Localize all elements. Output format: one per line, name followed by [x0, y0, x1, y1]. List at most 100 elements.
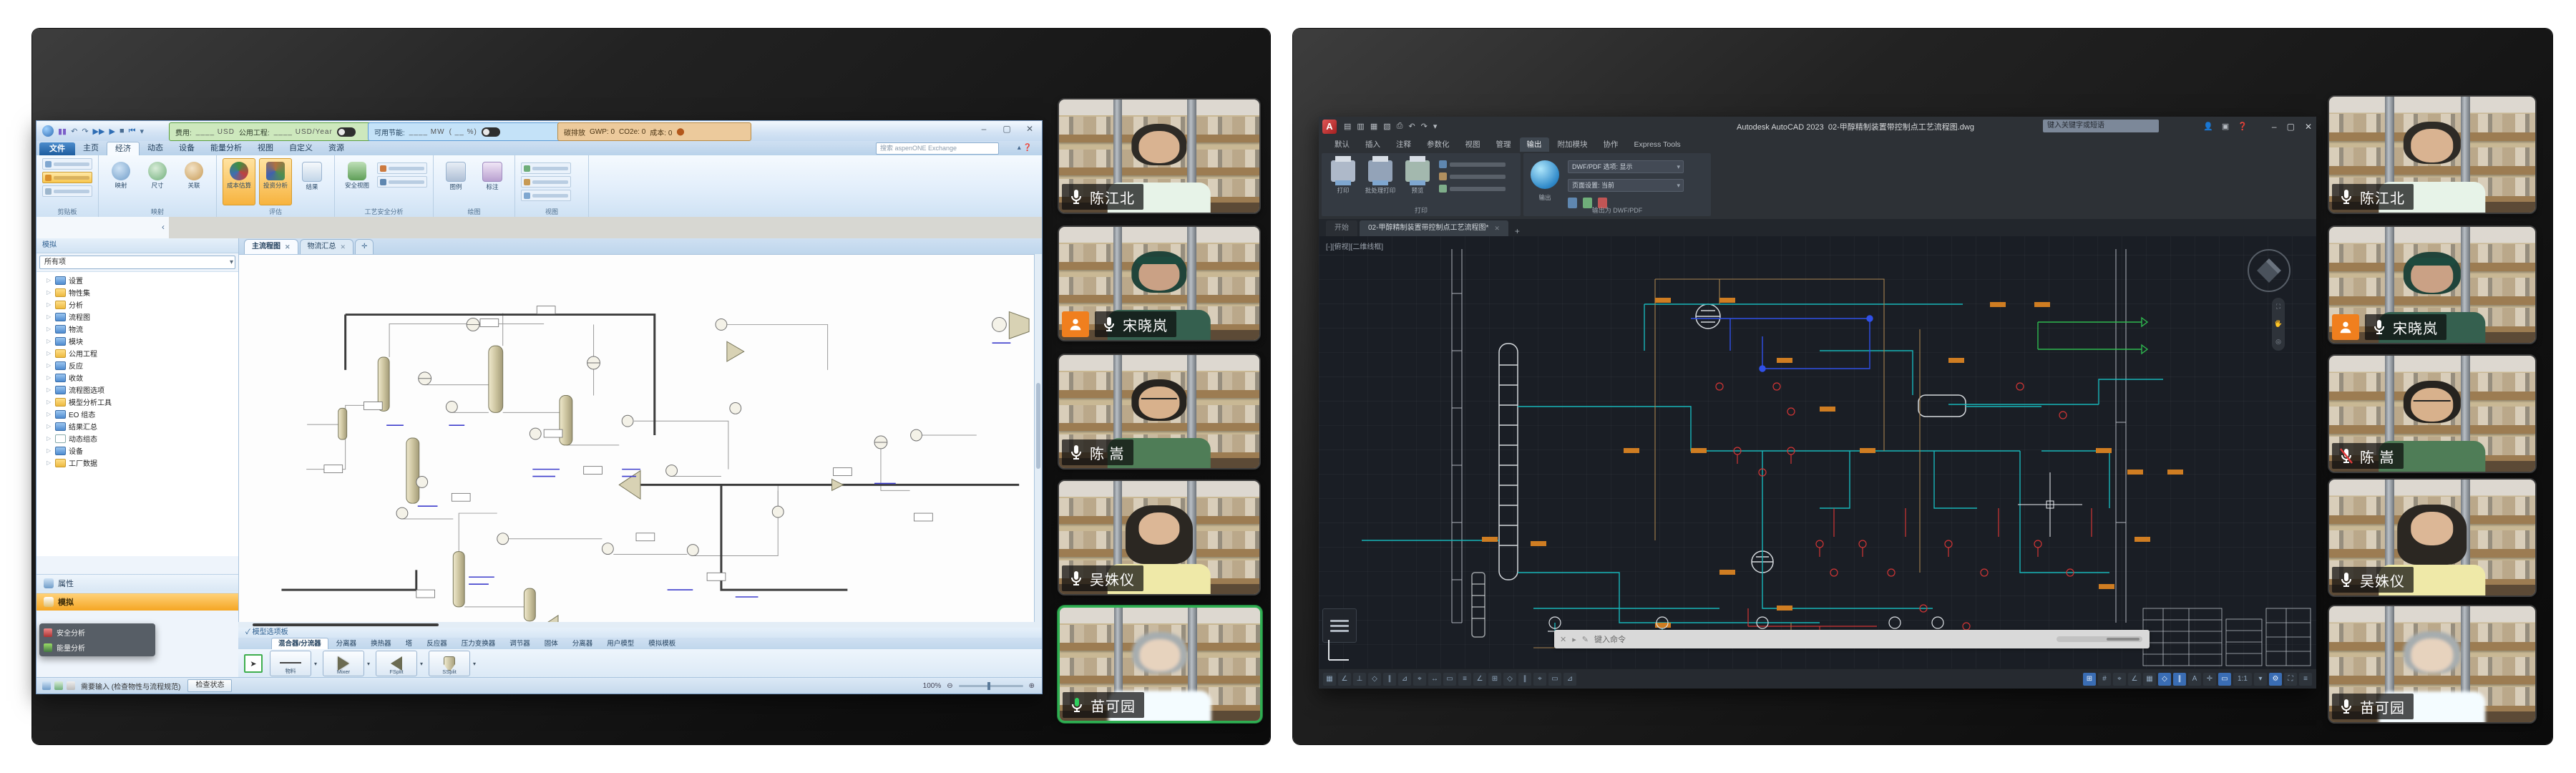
- tree-item[interactable]: ▷工厂数据: [36, 457, 238, 469]
- drafting-toggle-icon[interactable]: ▦: [1323, 673, 1336, 686]
- drafting-toggle-icon[interactable]: ▭: [1548, 673, 1561, 686]
- participant-tile[interactable]: 陈江北: [2328, 95, 2537, 214]
- saveas-icon[interactable]: ▧: [1383, 122, 1390, 131]
- status-grid-icon[interactable]: [67, 681, 75, 690]
- autocad-tab-注释[interactable]: 注释: [1389, 137, 1418, 152]
- autocad-tab-插入[interactable]: 插入: [1358, 137, 1387, 152]
- autocad-minimize-button[interactable]: –: [2272, 122, 2277, 132]
- clipboard-item[interactable]: [42, 158, 92, 170]
- aspen-flowsheet-canvas[interactable]: [238, 254, 1035, 623]
- autocad-tab-协作[interactable]: 协作: [1596, 137, 1626, 152]
- new-drawing-tab-button[interactable]: +: [1511, 226, 1524, 236]
- autocad-tab-参数化[interactable]: 参数化: [1420, 137, 1457, 152]
- palette-tab-模拟模板[interactable]: 模拟模板: [642, 638, 682, 649]
- energy-banner[interactable]: 可用节能:____ MW ( __ %): [368, 122, 563, 141]
- zoom-slider[interactable]: [959, 685, 1023, 687]
- close-icon[interactable]: ✕: [285, 240, 291, 254]
- participant-tile[interactable]: 陈 嵩: [1058, 354, 1261, 470]
- save-icon[interactable]: ▦: [1370, 122, 1377, 131]
- undo-icon[interactable]: ↶: [1408, 122, 1415, 131]
- safety-analysis-item[interactable]: 安全分析: [44, 627, 151, 638]
- tree-item[interactable]: ▷流程图: [36, 311, 238, 323]
- palette-item-ssplit[interactable]: SSplit▾: [429, 651, 470, 676]
- environment-simulation-button[interactable]: 模拟: [36, 593, 238, 611]
- status-toggle-icon[interactable]: ▭: [2218, 673, 2231, 686]
- palette-tab-反应器[interactable]: 反应器: [420, 638, 454, 649]
- drafting-toggle-icon[interactable]: ∠: [1338, 673, 1351, 686]
- canvas-vertical-scrollbar[interactable]: [1035, 254, 1042, 622]
- participant-tile[interactable]: 宋晓岚: [2328, 225, 2537, 344]
- help-icon[interactable]: ❓: [2238, 122, 2248, 131]
- aspen-tab-设备[interactable]: 设备: [171, 142, 203, 155]
- plotter-manager-item[interactable]: [1439, 185, 1506, 193]
- undo-icon[interactable]: ↶: [71, 127, 77, 136]
- collapse-nav-icon[interactable]: ‹: [162, 222, 165, 232]
- file-tab-start[interactable]: 开始: [1326, 220, 1357, 236]
- drafting-toggle-icon[interactable]: ⌖: [1533, 673, 1546, 686]
- step-icon[interactable]: ⏮: [129, 127, 136, 136]
- status-toggle-icon[interactable]: #: [2098, 673, 2111, 686]
- zoom-in-icon[interactable]: ⊕: [1029, 682, 1035, 690]
- view-plot-details-item[interactable]: [1439, 172, 1506, 180]
- status-toggle-icon[interactable]: ⊞: [2083, 673, 2096, 686]
- file-tab-drawing[interactable]: 02-甲醇精制装置带控制点工艺流程图*✕: [1360, 220, 1508, 236]
- status-toggle-icon[interactable]: ≡: [2299, 673, 2312, 686]
- close-icon[interactable]: ✕: [1494, 220, 1500, 236]
- participant-tile[interactable]: 陈江北: [1058, 98, 1261, 214]
- drafting-toggle-icon[interactable]: ⊿: [1398, 673, 1411, 686]
- participant-tile[interactable]: 苗可园: [2328, 605, 2537, 724]
- aspen-file-tab[interactable]: 文件: [39, 142, 75, 155]
- plot-icon[interactable]: ⎙: [1397, 122, 1403, 131]
- aspen-exchange-search-input[interactable]: 搜索 aspenONE Exchange: [876, 142, 999, 155]
- status-toggle-icon[interactable]: ⛶: [2284, 673, 2297, 686]
- next-icon[interactable]: ▶▶: [93, 127, 105, 136]
- command-prompt-text[interactable]: 键入命令: [1594, 633, 1626, 645]
- drafting-toggle-icon[interactable]: ◇: [1503, 673, 1516, 686]
- palette-tab-用户模型[interactable]: 用户模型: [600, 638, 640, 649]
- status-toggle-icon[interactable]: ✛: [2203, 673, 2216, 686]
- sign-in-icon[interactable]: 👤: [2203, 122, 2213, 131]
- status-flask-icon[interactable]: [42, 681, 51, 690]
- participant-tile[interactable]: 宋晓岚: [1058, 225, 1261, 341]
- drafting-toggle-icon[interactable]: ⊞: [1488, 673, 1501, 686]
- stop-icon[interactable]: ■: [119, 127, 125, 135]
- drafting-toggle-icon[interactable]: ↔: [1428, 673, 1441, 686]
- status-toggle-icon[interactable]: ∥: [2173, 673, 2186, 686]
- status-toggle-icon[interactable]: 1:1: [2233, 673, 2252, 686]
- tree-item[interactable]: ▷反应: [36, 359, 238, 371]
- participant-tile[interactable]: 陈 嵩: [2328, 354, 2537, 473]
- new-icon[interactable]: ▤: [1344, 122, 1351, 131]
- status-toggle-icon[interactable]: ▾: [2254, 673, 2267, 686]
- status-toggle-icon[interactable]: ∠: [2128, 673, 2141, 686]
- palette-tab-塔[interactable]: 塔: [399, 638, 419, 649]
- drafting-toggle-icon[interactable]: ▭: [1443, 673, 1456, 686]
- close-icon[interactable]: ✕: [1560, 635, 1566, 644]
- aspen-tab-资源[interactable]: 资源: [321, 142, 352, 155]
- drafting-toggle-icon[interactable]: ◇: [1368, 673, 1381, 686]
- nav-filter-dropdown[interactable]: 所有项▾: [39, 256, 235, 269]
- legend-button[interactable]: 图例: [439, 158, 472, 205]
- ribbon-collapse-icon[interactable]: ▴ ❓: [1018, 144, 1032, 152]
- map-button[interactable]: 映射: [104, 158, 137, 205]
- redo-icon[interactable]: ↷: [82, 127, 88, 136]
- aspen-tab-主页[interactable]: 主页: [75, 142, 107, 155]
- tree-item[interactable]: ▷设备: [36, 444, 238, 457]
- investment-analysis-button[interactable]: 投资分析: [259, 158, 292, 205]
- qat-dropdown-icon[interactable]: ▾: [140, 127, 145, 136]
- command-line[interactable]: ✕ ▸ ✎ 键入命令: [1554, 630, 2150, 648]
- command-history-scrollbar[interactable]: [2057, 636, 2142, 642]
- drafting-toggle-icon[interactable]: ∥: [1383, 673, 1396, 686]
- redo-icon[interactable]: ↷: [1421, 122, 1428, 131]
- palette-item-mixer[interactable]: Mixer▾: [323, 651, 364, 676]
- run-icon[interactable]: ▶: [109, 127, 114, 136]
- page-setup-dropdown[interactable]: 页面设置: 当前▾: [1568, 179, 1684, 192]
- new-doc-tab-button[interactable]: ✛: [355, 239, 374, 254]
- qat-dropdown-icon[interactable]: ▾: [1433, 122, 1438, 131]
- autocad-quick-access-toolbar[interactable]: ▤ ▥ ▦ ▧ ⎙ ↶ ↷ ▾: [1344, 122, 1437, 131]
- safety-item[interactable]: [377, 162, 427, 174]
- aspen-maximize-button[interactable]: ▢: [999, 124, 1015, 134]
- environment-flyout[interactable]: 安全分析 能量分析: [39, 623, 155, 656]
- drafting-toggle-icon[interactable]: ∠: [1473, 673, 1486, 686]
- drafting-toggle-icon[interactable]: ≡: [1458, 673, 1471, 686]
- palette-item-fsplit[interactable]: FSplit▾: [376, 651, 417, 676]
